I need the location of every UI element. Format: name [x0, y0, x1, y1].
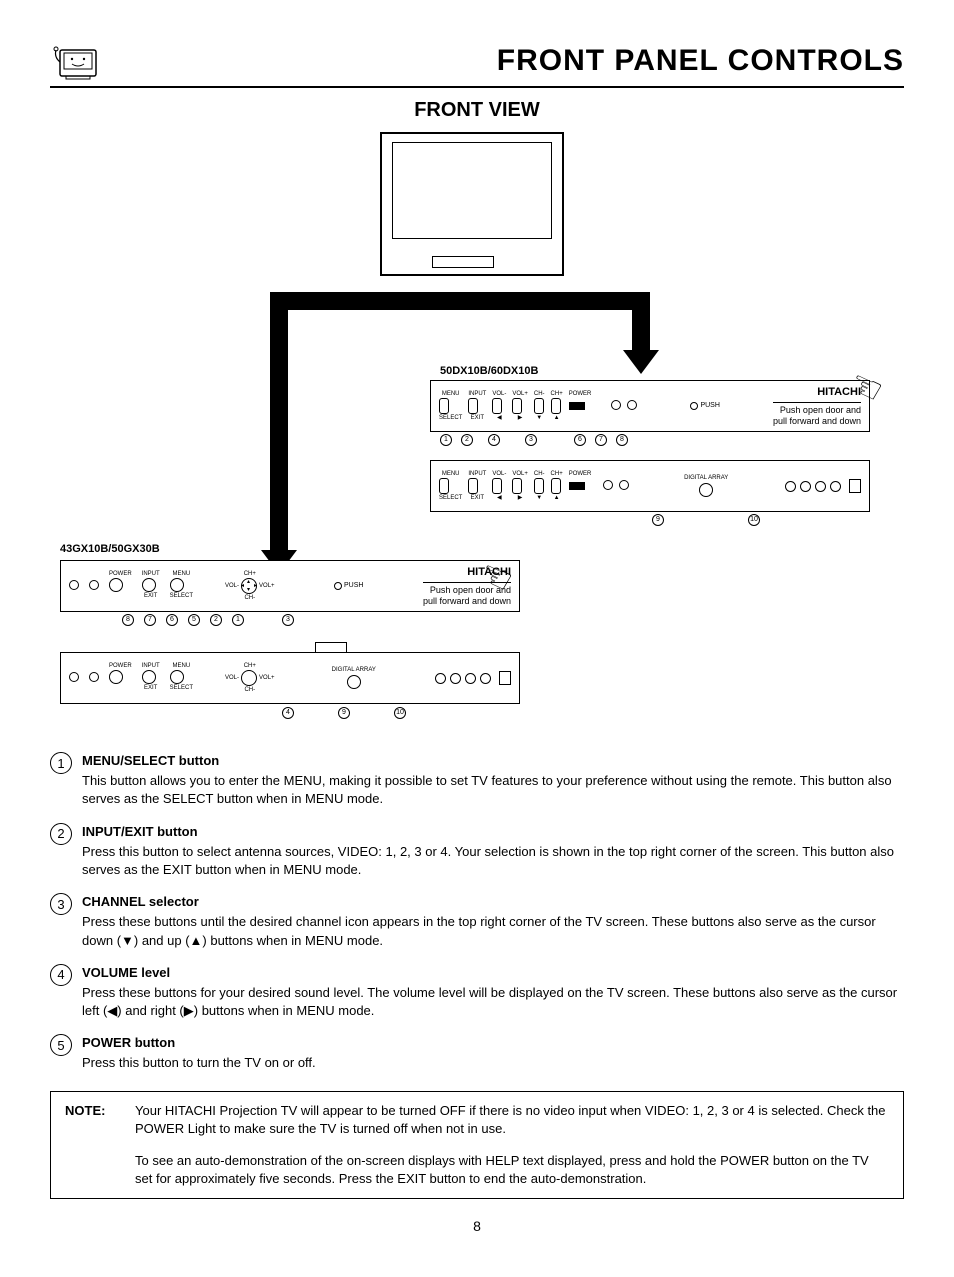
item-body: Press this button to select antenna sour… — [82, 843, 904, 879]
control-item: 3 CHANNEL selector Press these buttons u… — [50, 893, 904, 950]
note-paragraph: To see an auto-demonstration of the on-s… — [135, 1152, 889, 1188]
item-title: INPUT/EXIT button — [82, 823, 904, 841]
item-body: Press these buttons until the desired ch… — [82, 913, 904, 949]
item-number: 2 — [50, 823, 72, 845]
panel-43gx-closed: POWER INPUTEXIT MENUSELECT CH+ VOL- ▴ ▾ … — [60, 560, 520, 612]
model-label-bottom: 43GX10B/50GX30B — [60, 542, 160, 557]
item-title: MENU/SELECT button — [82, 752, 904, 770]
item-title: CHANNEL selector — [82, 893, 904, 911]
panel2b-callouts: 4 9 10 — [280, 707, 408, 719]
panel1b-callouts: 9 10 — [650, 514, 762, 526]
control-item: 2 INPUT/EXIT button Press this button to… — [50, 823, 904, 880]
item-number: 4 — [50, 964, 72, 986]
panel2-callouts: 8 7 6 5 2 1 3 — [120, 614, 296, 626]
panel-50dx-closed: MENUSELECT INPUTEXIT VOL-◀ VOL+▶ CH-▼ CH… — [430, 380, 870, 432]
page-title: FRONT PANEL CONTROLS — [100, 40, 904, 82]
brand-logo: HITACHI — [423, 565, 511, 580]
control-descriptions: 1 MENU/SELECT button This button allows … — [50, 752, 904, 1073]
item-number: 1 — [50, 752, 72, 774]
panel1-callouts: 1 2 4 3 6 7 8 — [438, 434, 630, 446]
subtitle: FRONT VIEW — [50, 96, 904, 124]
item-number: 3 — [50, 893, 72, 915]
control-item: 5 POWER button Press this button to turn… — [50, 1034, 904, 1072]
front-view-diagram: 50DX10B/60DX10B MENUSELECT INPUTEXIT VOL… — [50, 132, 904, 732]
tv-outline-icon — [380, 132, 564, 276]
panel-50dx-open: MENUSELECT INPUTEXIT VOL-◀ VOL+▶ CH-▼ CH… — [430, 460, 870, 512]
item-body: Press these buttons for your desired sou… — [82, 984, 904, 1020]
panel-43gx-open: POWER INPUTEXIT MENUSELECT CH+ VOL- VOL+… — [60, 652, 520, 704]
tv-mascot-icon — [50, 42, 100, 82]
brand-logo: HITACHI — [773, 385, 861, 400]
control-item: 4 VOLUME level Press these buttons for y… — [50, 964, 904, 1021]
note-box: NOTE: Your HITACHI Projection TV will ap… — [50, 1091, 904, 1200]
item-body: This button allows you to enter the MENU… — [82, 772, 904, 808]
page-header: FRONT PANEL CONTROLS — [50, 40, 904, 88]
note-paragraph: Your HITACHI Projection TV will appear t… — [135, 1102, 889, 1138]
page-number: 8 — [50, 1217, 904, 1237]
item-title: VOLUME level — [82, 964, 904, 982]
note-label: NOTE: — [65, 1102, 135, 1138]
item-title: POWER button — [82, 1034, 904, 1052]
control-item: 1 MENU/SELECT button This button allows … — [50, 752, 904, 809]
model-label-top: 50DX10B/60DX10B — [440, 364, 538, 379]
item-body: Press this button to turn the TV on or o… — [82, 1054, 904, 1072]
item-number: 5 — [50, 1034, 72, 1056]
